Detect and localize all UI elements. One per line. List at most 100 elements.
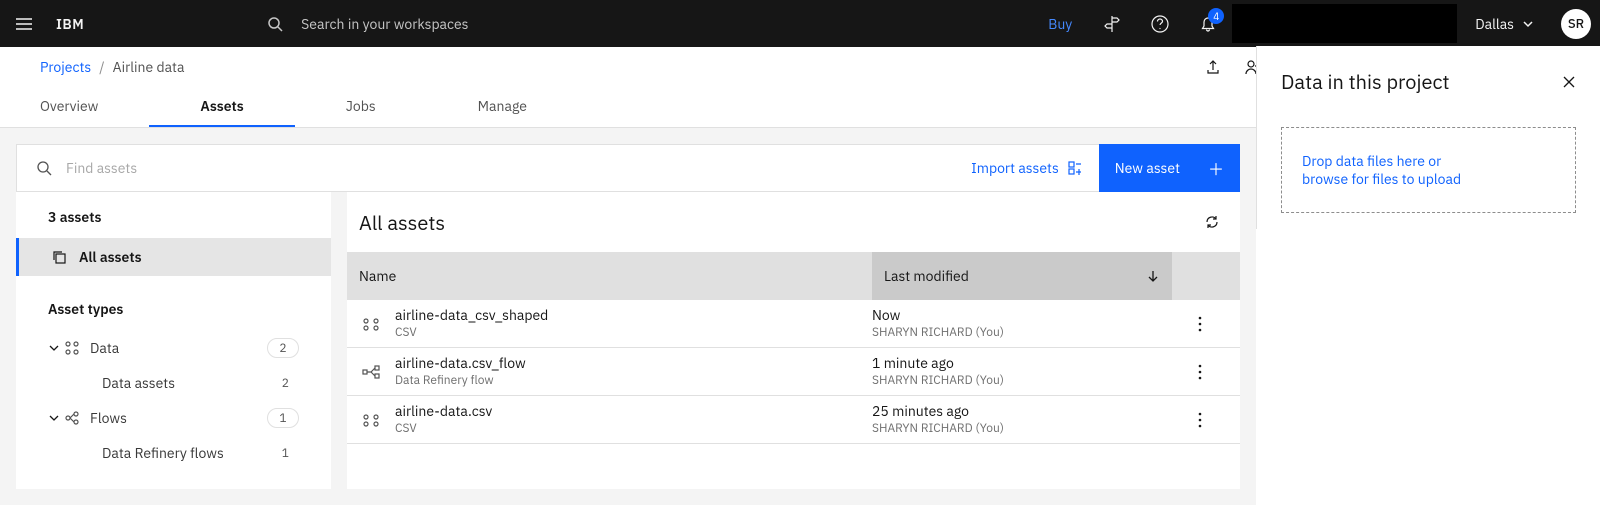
arrow-down-icon: [1146, 269, 1160, 283]
assets-table: All assets Name Last modified: [347, 192, 1240, 489]
col-last-modified[interactable]: Last modified: [872, 252, 1172, 300]
data-asset-icon: [361, 314, 381, 334]
chevron-down-icon: [1522, 18, 1534, 30]
breadcrumb-root[interactable]: Projects: [40, 58, 91, 76]
close-panel-button[interactable]: [1562, 75, 1576, 89]
assets-count: 3 assets: [16, 192, 331, 238]
find-assets-input[interactable]: Find assets: [16, 159, 955, 177]
region-selector[interactable]: Dallas: [1457, 0, 1552, 47]
file-drop-zone[interactable]: Drop data files here or browse for files…: [1281, 127, 1576, 213]
signpost-icon: [1102, 14, 1122, 34]
upload-icon: [1205, 59, 1221, 75]
rail-data-group[interactable]: Data 2: [16, 330, 331, 366]
rail-data-assets-label: Data assets: [96, 374, 282, 392]
drop-line2: browse for files to upload: [1302, 170, 1461, 188]
rail-data-assets-count: 2: [282, 376, 289, 391]
help-button[interactable]: [1136, 0, 1184, 47]
asset-type: CSV: [395, 421, 872, 436]
hamburger-icon: [14, 14, 34, 34]
asset-type: CSV: [395, 325, 872, 340]
rail-flows-child-label: Data Refinery flows: [96, 444, 282, 462]
drop-line1: Drop data files here or: [1302, 152, 1441, 170]
chevron-down-icon: [48, 412, 60, 424]
row-overflow-menu[interactable]: [1172, 412, 1228, 428]
help-icon: [1150, 14, 1170, 34]
table-row[interactable]: airline-data.csv_flow Data Refinery flow…: [347, 348, 1240, 396]
rail-flows-count: 1: [267, 408, 299, 428]
side-panel-title: Data in this project: [1281, 68, 1450, 95]
col-last-modified-label: Last modified: [884, 267, 969, 285]
overflow-icon: [1198, 316, 1202, 332]
rail-data-assets[interactable]: Data assets 2: [16, 366, 331, 400]
table-row[interactable]: airline-data_csv_shaped CSV Now SHARYN R…: [347, 300, 1240, 348]
notifications-button[interactable]: 4: [1184, 0, 1232, 47]
buy-link[interactable]: Buy: [1032, 0, 1088, 47]
breadcrumb: Projects / Airline data: [40, 58, 184, 76]
search-icon: [267, 16, 283, 32]
header-actions: Buy 4 Dallas SR: [1032, 0, 1600, 47]
data-side-panel: Data in this project Drop data files her…: [1256, 46, 1600, 229]
notification-badge: 4: [1208, 8, 1224, 24]
search-placeholder: Search in your workspaces: [301, 15, 468, 33]
import-label: Import assets: [971, 159, 1059, 177]
rail-data-count: 2: [267, 338, 299, 358]
copy-icon: [51, 249, 67, 265]
asset-name: airline-data_csv_shaped: [395, 307, 872, 325]
app-menu-button[interactable]: [0, 0, 48, 47]
new-asset-label: New asset: [1115, 159, 1180, 177]
col-menu: [1172, 252, 1240, 300]
close-icon: [1562, 75, 1576, 89]
asset-type: Data Refinery flow: [395, 373, 872, 388]
assets-actionbar: Find assets Import assets New asset ＋: [16, 144, 1240, 192]
tab-overview[interactable]: Overview: [24, 86, 149, 127]
table-title: All assets: [359, 209, 445, 236]
plus-icon: ＋: [1208, 156, 1224, 180]
brand-label[interactable]: IBM: [48, 0, 92, 47]
refresh-button[interactable]: [1196, 206, 1228, 238]
asset-owner: SHARYN RICHARD (You): [872, 373, 1172, 388]
asset-name: airline-data.csv: [395, 403, 872, 421]
data-asset-icon: [361, 410, 381, 430]
table-row[interactable]: airline-data.csv CSV 25 minutes ago SHAR…: [347, 396, 1240, 444]
rail-asset-types-title: Asset types: [16, 276, 331, 330]
user-avatar[interactable]: SR: [1552, 0, 1600, 47]
table-header: Name Last modified: [347, 252, 1240, 300]
region-label: Dallas: [1475, 15, 1514, 33]
find-placeholder: Find assets: [66, 159, 137, 177]
asset-name: airline-data.csv_flow: [395, 355, 872, 373]
chevron-down-icon: [48, 342, 60, 354]
rail-flows-group[interactable]: Flows 1: [16, 400, 331, 436]
export-button[interactable]: [1193, 47, 1233, 87]
import-icon: [1067, 160, 1083, 176]
rail-all-assets-label: All assets: [79, 248, 142, 266]
flows-icon: [64, 410, 80, 426]
breadcrumb-separator: /: [99, 58, 104, 76]
import-assets-button[interactable]: Import assets: [955, 159, 1099, 177]
asset-modified: 25 minutes ago: [872, 403, 1172, 421]
rail-flows-label: Flows: [84, 409, 267, 427]
guide-button[interactable]: [1088, 0, 1136, 47]
overflow-icon: [1198, 412, 1202, 428]
asset-modified: 1 minute ago: [872, 355, 1172, 373]
asset-owner: SHARYN RICHARD (You): [872, 325, 1172, 340]
tab-jobs[interactable]: Jobs: [295, 86, 427, 127]
new-asset-button[interactable]: New asset ＋: [1099, 144, 1240, 192]
row-overflow-menu[interactable]: [1172, 364, 1228, 380]
row-overflow-menu[interactable]: [1172, 316, 1228, 332]
data-icon: [64, 340, 80, 356]
rail-flows-child[interactable]: Data Refinery flows 1: [16, 436, 331, 470]
rail-all-assets[interactable]: All assets: [16, 238, 331, 276]
tab-manage[interactable]: Manage: [427, 86, 578, 127]
breadcrumb-current: Airline data: [113, 58, 185, 76]
rail-flows-child-count: 1: [282, 446, 289, 461]
col-name[interactable]: Name: [347, 252, 872, 300]
tab-assets[interactable]: Assets: [149, 86, 294, 127]
search-icon: [36, 160, 52, 176]
global-search[interactable]: Search in your workspaces: [247, 0, 967, 47]
header-black-region: [1232, 4, 1457, 43]
refresh-icon: [1204, 214, 1220, 230]
avatar-initials: SR: [1561, 9, 1591, 39]
flow-asset-icon: [361, 362, 381, 382]
rail-data-label: Data: [84, 339, 267, 357]
asset-modified: Now: [872, 307, 1172, 325]
